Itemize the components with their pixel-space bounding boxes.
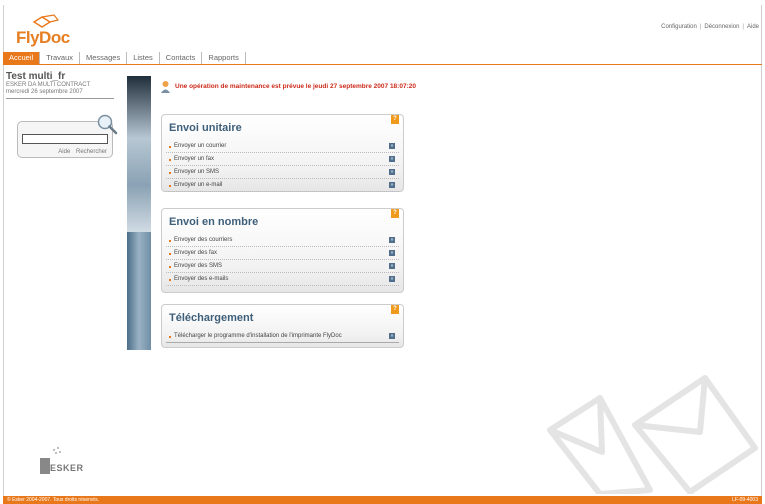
arrow-go-icon: » xyxy=(389,237,395,243)
keyboard-photo xyxy=(127,76,151,232)
send-faxes-link[interactable]: Envoyer des fax» xyxy=(166,247,399,260)
help-link[interactable]: Aide xyxy=(747,24,759,30)
send-sms-link[interactable]: Envoyer un SMS» xyxy=(166,166,399,179)
logout-link[interactable]: Déconnexion xyxy=(704,24,739,30)
panel-title: Téléchargement xyxy=(169,312,254,324)
envelope-watermark-icon xyxy=(547,375,758,494)
panel-envoi-unitaire: ? Envoi unitaire Envoyer un courrier» En… xyxy=(161,114,404,192)
panel-telechargement: ? Téléchargement Télécharger le programm… xyxy=(161,304,404,348)
user-name: Test multi_fr xyxy=(6,71,66,82)
send-email-link[interactable]: Envoyer un e-mail» xyxy=(166,179,399,192)
send-letters-link[interactable]: Envoyer des courriers» xyxy=(166,234,399,247)
tab-divider xyxy=(3,64,762,65)
notice-text: Une opération de maintenance est prévue … xyxy=(175,83,416,90)
tab-contacts[interactable]: Contacts xyxy=(159,52,203,64)
warning-person-icon xyxy=(161,81,170,93)
tab-rapports[interactable]: Rapports xyxy=(202,52,246,64)
search-button[interactable]: Rechercher xyxy=(76,149,107,155)
search-help-link[interactable]: Aide xyxy=(58,149,70,155)
arrow-go-icon: » xyxy=(389,156,395,162)
arrow-go-icon: » xyxy=(389,169,395,175)
logo-text: FlyDoc xyxy=(16,28,70,47)
help-icon[interactable]: ? xyxy=(391,209,399,218)
search-input[interactable] xyxy=(22,134,108,144)
arrow-go-icon: » xyxy=(389,250,395,256)
download-printer-link[interactable]: Télécharger le programme d'installation … xyxy=(166,330,399,343)
user-info: Test multi_fr ESKER DA MULTI CONTRACT me… xyxy=(6,71,114,99)
flydoc-logo[interactable]: FlyDoc xyxy=(12,14,92,47)
decorative-strip xyxy=(127,76,151,350)
maintenance-notice: Une opération de maintenance est prévue … xyxy=(160,80,416,93)
arrow-go-icon: » xyxy=(389,263,395,269)
help-icon[interactable]: ? xyxy=(391,305,399,314)
send-emails-link[interactable]: Envoyer des e-mails» xyxy=(166,273,399,286)
panel-title: Envoi en nombre xyxy=(169,216,259,228)
send-sms-bulk-link[interactable]: Envoyer des SMS» xyxy=(166,260,399,273)
magnifier-icon xyxy=(97,114,118,135)
footer-bar: © Esker 2004-2007. Tous droits réservés.… xyxy=(3,496,762,504)
search-actions: Aide Rechercher xyxy=(54,149,107,155)
help-icon[interactable]: ? xyxy=(391,115,399,124)
version-text: LF-09-4003 xyxy=(732,497,758,503)
panel-envoi-en-nombre: ? Envoi en nombre Envoyer des courriers»… xyxy=(161,208,404,293)
arrow-go-icon: » xyxy=(389,182,395,188)
tab-messages[interactable]: Messages xyxy=(80,52,128,64)
panel-title: Envoi unitaire xyxy=(169,122,242,134)
search-box: Aide Rechercher xyxy=(17,114,118,158)
tab-accueil[interactable]: Accueil xyxy=(3,52,41,64)
esker-wordmark: ESKER xyxy=(50,463,84,473)
current-date: mercredi 26 septembre 2007 xyxy=(6,89,114,99)
arrow-go-icon: » xyxy=(389,276,395,282)
copyright-text: © Esker 2004-2007. Tous droits réservés. xyxy=(7,497,99,503)
arrow-go-icon: » xyxy=(389,143,395,149)
configuration-link[interactable]: Configuration xyxy=(661,24,697,30)
main-tabs: Accueil Travaux Messages Listes Contacts… xyxy=(3,52,246,64)
tab-listes[interactable]: Listes xyxy=(127,52,160,64)
arrow-go-icon: » xyxy=(389,333,395,339)
tab-travaux[interactable]: Travaux xyxy=(40,52,81,64)
esker-logo: ESKER xyxy=(40,446,83,481)
send-letter-link[interactable]: Envoyer un courrier» xyxy=(166,140,399,153)
user-org: ESKER DA MULTI CONTRACT xyxy=(6,82,91,88)
header-links: Configuration | Déconnexion | Aide xyxy=(661,24,759,30)
send-fax-link[interactable]: Envoyer un fax» xyxy=(166,153,399,166)
